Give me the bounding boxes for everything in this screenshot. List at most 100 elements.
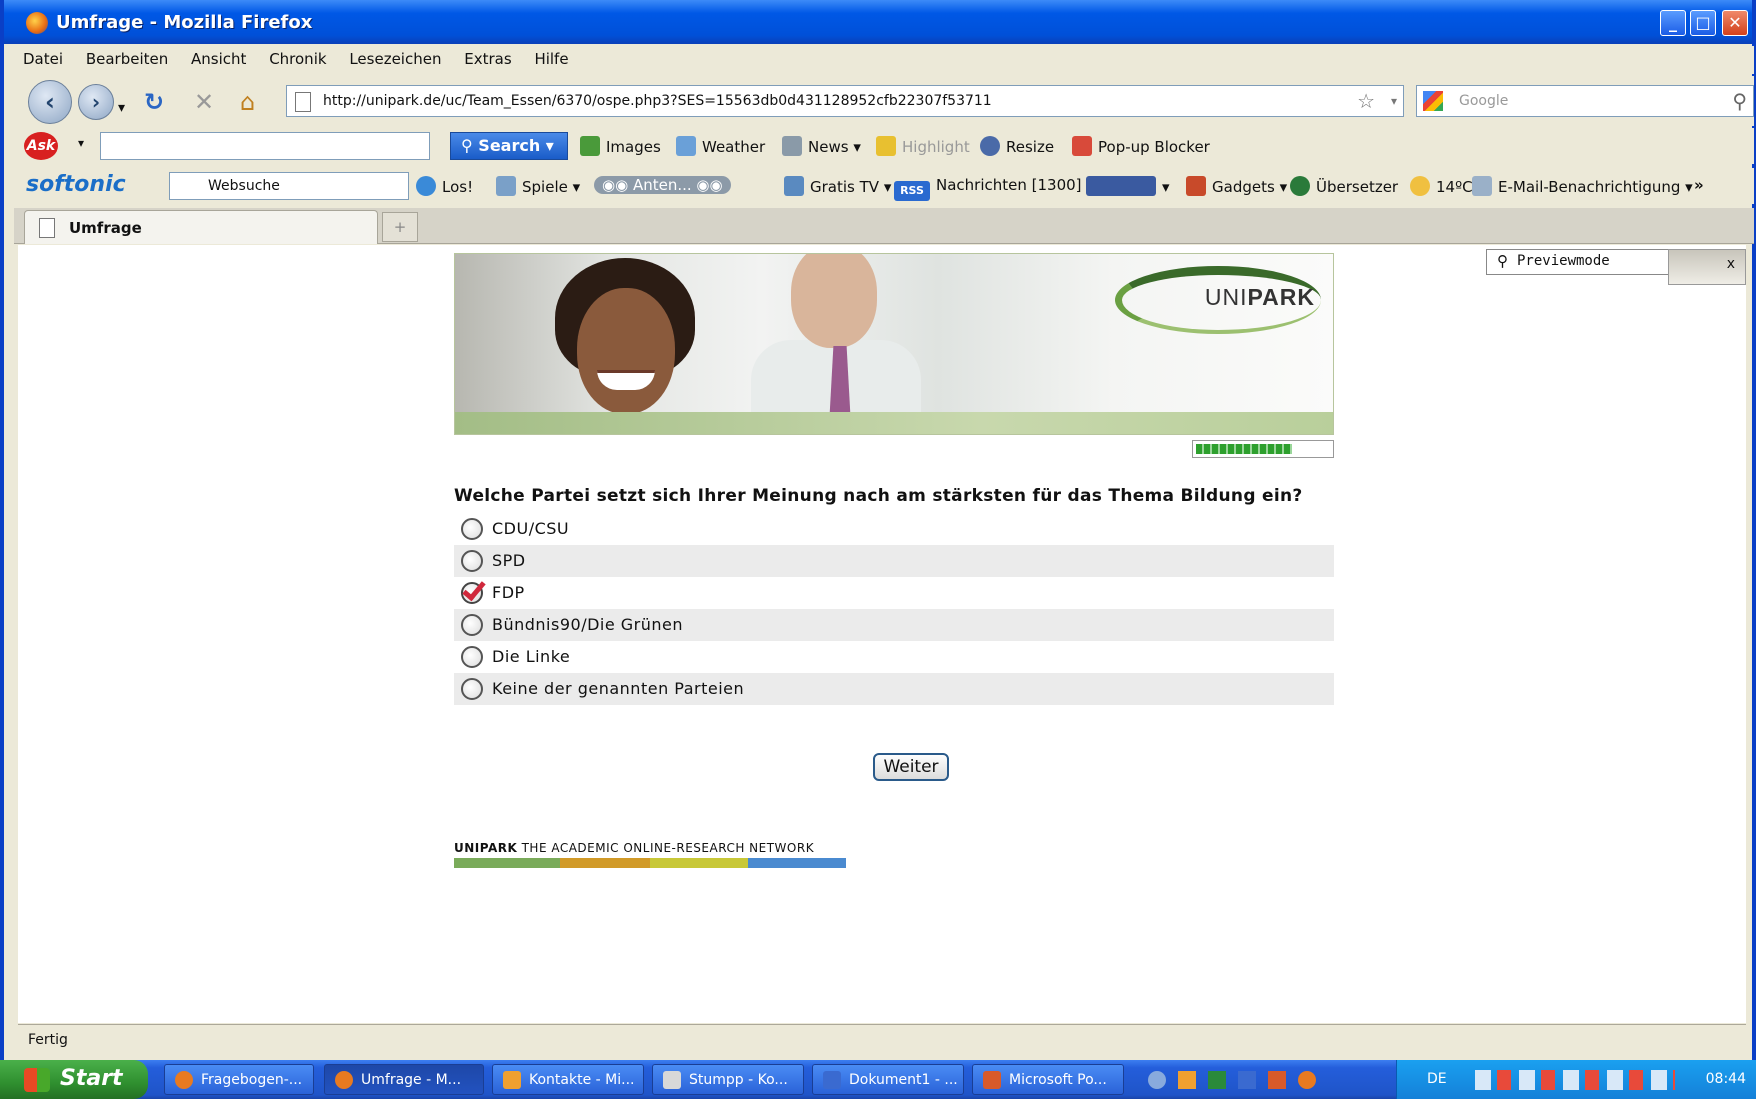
magnifier-icon: ⚲ <box>1497 252 1508 270</box>
ask-search-button[interactable]: ⚲ Search ▾ <box>450 132 568 160</box>
powerpoint-icon <box>983 1071 1001 1089</box>
powerpoint-icon[interactable] <box>1268 1071 1286 1089</box>
radio-button-checked[interactable] <box>461 582 483 604</box>
option-label[interactable]: Die Linke <box>492 647 570 666</box>
news-button[interactable]: News ▾ <box>782 136 861 156</box>
header-green-band <box>455 412 1333 434</box>
word-icon[interactable] <box>1238 1071 1256 1089</box>
menu-lesezeichen[interactable]: Lesezeichen <box>340 46 450 72</box>
start-button[interactable]: Start <box>0 1060 148 1099</box>
option-linke[interactable]: Die Linke <box>454 641 1334 673</box>
menu-bearbeiten[interactable]: Bearbeiten <box>77 46 177 72</box>
outlook-icon[interactable] <box>1178 1071 1196 1089</box>
taskbar-label: Dokument1 - ... <box>849 1072 958 1088</box>
menu-bar: Datei Bearbeiten Ansicht Chronik Lesezei… <box>14 46 1754 74</box>
websuche-input[interactable]: Websuche <box>169 172 409 200</box>
radio-button[interactable] <box>461 646 483 668</box>
games-icon <box>496 176 516 196</box>
weather-button[interactable]: Weather <box>676 136 765 156</box>
bookmark-star-icon[interactable]: ☆ <box>1357 89 1375 113</box>
quick-launch[interactable] <box>1148 1064 1348 1095</box>
option-label[interactable]: FDP <box>492 583 525 602</box>
nachrichten-button[interactable]: RSSNachrichten [1300] ▾ <box>894 176 1094 201</box>
google-icon[interactable] <box>1423 91 1443 111</box>
los-button[interactable]: Los! <box>416 176 473 196</box>
radio-button[interactable] <box>461 678 483 700</box>
gadgets-button[interactable]: Gadgets ▾ <box>1186 176 1287 196</box>
search-bar[interactable]: Google ⚲ <box>1416 85 1754 117</box>
softonic-logo[interactable]: softonic <box>26 172 126 197</box>
maximize-button[interactable]: □ <box>1690 10 1716 36</box>
option-label[interactable]: CDU/CSU <box>492 519 569 538</box>
menu-datei[interactable]: Datei <box>14 46 72 72</box>
weiter-button[interactable]: Weiter <box>873 753 949 781</box>
page-content: ⚲ Previewmode x UNIPARK Welche Partei se… <box>18 245 1746 1023</box>
new-tab-button[interactable]: + <box>382 212 418 242</box>
ie-icon[interactable] <box>1148 1071 1166 1089</box>
excel-icon[interactable] <box>1208 1071 1226 1089</box>
survey: UNIPARK Welche Partei setzt sich Ihrer M… <box>454 253 1334 868</box>
translator-button[interactable]: Übersetzer <box>1290 176 1398 196</box>
popup-blocker-button[interactable]: Pop-up Blocker <box>1072 136 1210 156</box>
back-button[interactable]: ‹ <box>28 80 72 124</box>
minimize-button[interactable]: _ <box>1660 10 1686 36</box>
nachrichten-label: Nachrichten [1300] <box>936 176 1082 194</box>
language-indicator[interactable]: DE <box>1427 1071 1447 1087</box>
spiele-button[interactable]: Spiele ▾ <box>496 176 580 196</box>
tray-icons[interactable] <box>1475 1070 1675 1090</box>
social-button[interactable]: ▾ <box>1086 176 1170 196</box>
forward-button[interactable]: › <box>78 84 114 120</box>
address-bar[interactable]: http://unipark.de/uc/Team_Essen/6370/osp… <box>286 85 1404 117</box>
status-bar: Fertig <box>18 1024 1746 1056</box>
radio-button[interactable] <box>461 614 483 636</box>
weather-widget[interactable]: 14ºC <box>1410 176 1473 196</box>
reload-icon[interactable]: ↻ <box>144 88 164 116</box>
firefox-icon[interactable] <box>1298 1071 1316 1089</box>
history-dropdown-icon[interactable]: ▾ <box>118 94 125 122</box>
menu-ansicht[interactable]: Ansicht <box>182 46 255 72</box>
option-spd[interactable]: SPD <box>454 545 1334 577</box>
option-label[interactable]: Keine der genannten Parteien <box>492 679 744 698</box>
radio-button[interactable] <box>461 550 483 572</box>
more-toolbar-icon[interactable]: » <box>1694 176 1704 194</box>
taskbar-button-fragebogen[interactable]: Fragebogen-... <box>164 1064 314 1095</box>
images-label: Images <box>606 138 661 156</box>
resize-button[interactable]: Resize <box>980 136 1054 156</box>
menu-chronik[interactable]: Chronik <box>260 46 335 72</box>
search-icon[interactable]: ⚲ <box>1732 89 1747 113</box>
home-icon[interactable]: ⌂ <box>240 88 255 116</box>
highlight-button[interactable]: Highlight <box>876 136 970 156</box>
taskbar-button-dokument1[interactable]: Dokument1 - ... <box>812 1064 964 1095</box>
softonic-toolbar: softonic Websuche Los! Spiele ▾ ◉◉ Anten… <box>14 168 1754 204</box>
taskbar-button-powerpoint[interactable]: Microsoft Po... <box>972 1064 1124 1095</box>
contact-card-icon <box>663 1071 681 1089</box>
radio-player[interactable]: ◉◉ Anten... ◉◉ <box>594 176 731 194</box>
option-cdu-csu[interactable]: CDU/CSU <box>454 513 1334 545</box>
ask-dropdown-icon[interactable]: ▾ <box>78 136 84 150</box>
menu-hilfe[interactable]: Hilfe <box>525 46 577 72</box>
tab-bar: Umfrage + <box>14 208 1754 244</box>
preview-close-button[interactable]: x <box>1668 249 1746 285</box>
radio-button[interactable] <box>461 518 483 540</box>
ask-search-input[interactable] <box>100 132 430 160</box>
close-button[interactable]: ✕ <box>1722 10 1748 36</box>
option-gruene[interactable]: Bündnis90/Die Grünen <box>454 609 1334 641</box>
option-fdp[interactable]: FDP <box>454 577 1334 609</box>
images-button[interactable]: Images <box>580 136 661 156</box>
option-label[interactable]: SPD <box>492 551 526 570</box>
menu-extras[interactable]: Extras <box>455 46 520 72</box>
logo-light-text: UNI <box>1204 284 1248 310</box>
stop-icon[interactable]: ✕ <box>194 88 214 116</box>
option-keine[interactable]: Keine der genannten Parteien <box>454 673 1334 705</box>
taskbar-button-stumpp[interactable]: Stumpp - Ko... <box>652 1064 804 1095</box>
ask-logo-icon[interactable]: Ask <box>24 132 58 160</box>
taskbar-button-kontakte[interactable]: Kontakte - Mi... <box>492 1064 644 1095</box>
tab-umfrage[interactable]: Umfrage <box>24 210 378 244</box>
ask-toolbar: Ask ▾ ⚲ Search ▾ Images Weather News ▾ H… <box>14 128 1754 164</box>
url-dropdown-icon[interactable]: ▾ <box>1391 94 1397 108</box>
email-notify-button[interactable]: E-Mail-Benachrichtigung ▾ <box>1472 176 1693 196</box>
url-text[interactable]: http://unipark.de/uc/Team_Essen/6370/osp… <box>323 93 992 109</box>
option-label[interactable]: Bündnis90/Die Grünen <box>492 615 683 634</box>
gratis-tv-button[interactable]: Gratis TV ▾ <box>784 176 891 196</box>
taskbar-button-umfrage[interactable]: Umfrage - M... <box>324 1064 484 1095</box>
